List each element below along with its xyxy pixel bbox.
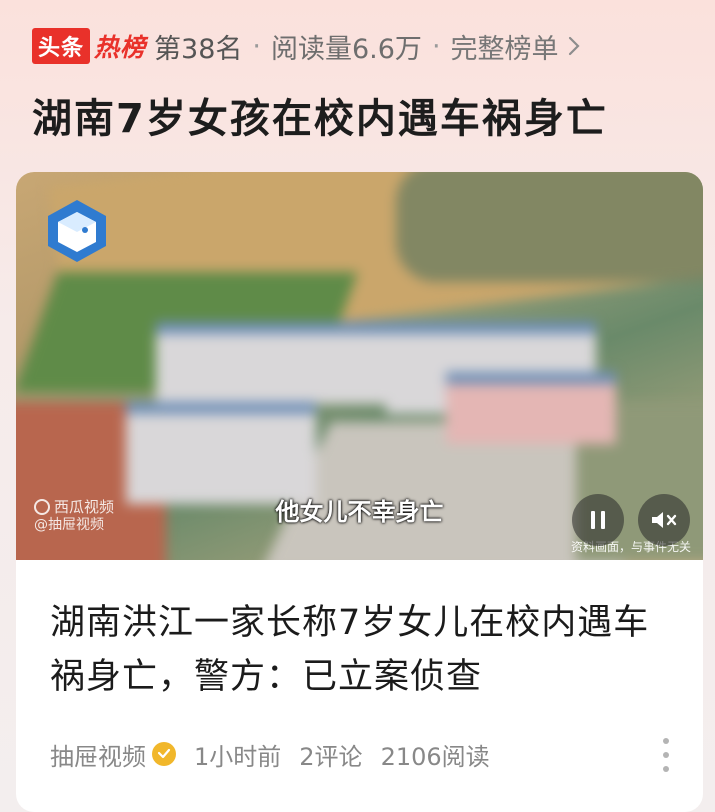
- full-list-label: 完整榜单: [450, 33, 559, 65]
- pause-button[interactable]: [572, 494, 624, 546]
- separator-dot: ·: [431, 30, 441, 62]
- article-card[interactable]: 他女儿不幸身亡 西瓜视频 @抽屉视频 资料画面，与事件无关 湖南洪江一家长称7岁…: [16, 172, 703, 812]
- comment-count: 2评论: [299, 742, 363, 771]
- video-player[interactable]: 他女儿不幸身亡 西瓜视频 @抽屉视频 资料画面，与事件无关: [16, 172, 703, 560]
- app-cube-icon: [48, 200, 106, 262]
- mute-button[interactable]: [638, 494, 690, 546]
- hot-list-header[interactable]: 头条 热榜 第38名 · 阅读量6.6万 · 完整榜单: [32, 26, 581, 66]
- hot-list-logo: 热榜: [94, 33, 147, 62]
- toutiao-logo: 头条: [32, 28, 91, 64]
- source-name-wrap[interactable]: 抽屉视频: [50, 737, 176, 772]
- verified-badge-icon: [152, 742, 176, 766]
- rank-text: 第38名: [154, 33, 243, 65]
- chevron-right-icon: [568, 36, 580, 56]
- more-options-icon[interactable]: [659, 738, 673, 772]
- read-count-article: 2106阅读: [380, 742, 490, 771]
- xigua-logo-icon: [34, 499, 50, 515]
- mute-icon: [652, 512, 677, 528]
- full-list-link[interactable]: 完整榜单: [451, 27, 581, 66]
- read-count: 阅读量6.6万: [270, 33, 422, 65]
- article-meta: 抽屉视频 1小时前 2评论 2106阅读: [50, 734, 490, 774]
- video-watermark: 西瓜视频 @抽屉视频: [34, 498, 114, 534]
- publish-time: 1小时前: [194, 742, 282, 771]
- pause-icon: [591, 511, 605, 529]
- article-title[interactable]: 湖南洪江一家长称7岁女儿在校内遇车祸身亡，警方：已立案侦查: [50, 596, 670, 704]
- watermark-author: @抽屉视频: [34, 517, 104, 533]
- separator-dot: ·: [252, 30, 261, 62]
- topic-title[interactable]: 湖南7岁女孩在校内遇车祸身亡: [32, 86, 608, 144]
- watermark-brand: 西瓜视频: [54, 498, 115, 516]
- source-name: 抽屉视频: [50, 742, 146, 771]
